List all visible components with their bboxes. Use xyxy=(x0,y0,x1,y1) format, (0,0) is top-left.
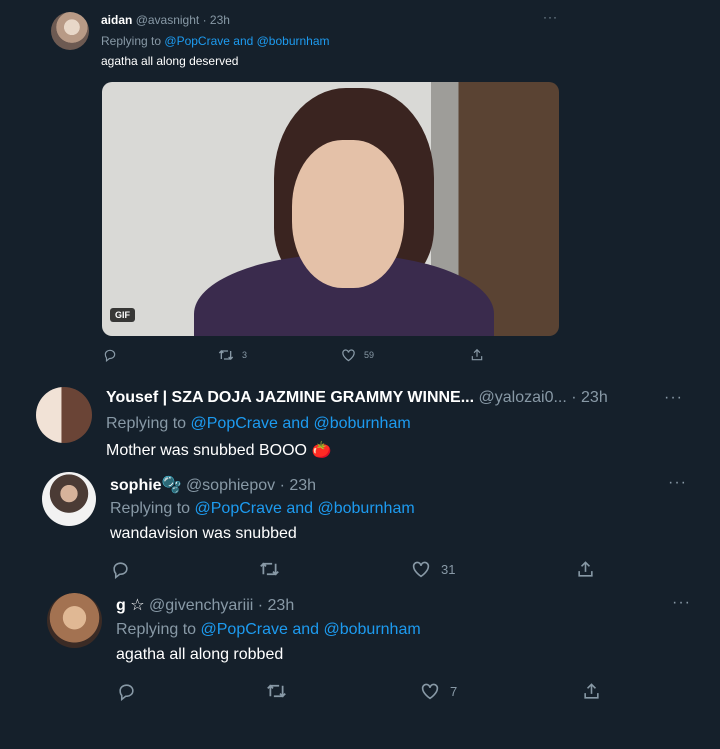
like-count: 7 xyxy=(450,683,458,699)
tweet-aidan[interactable]: aidan @avasnight · 23h ··· Replying to @… xyxy=(0,0,720,370)
replying-to: Replying to @PopCrave and @boburnham xyxy=(101,34,330,48)
retweet-icon xyxy=(267,684,286,698)
heart-icon xyxy=(412,561,430,578)
tweet-text: agatha all along deserved xyxy=(101,54,239,68)
share-action[interactable] xyxy=(576,560,595,579)
tweet-g[interactable]: g ☆ @givenchyariii · 23h ··· Replying to… xyxy=(0,585,720,745)
more-icon[interactable]: ··· xyxy=(668,474,687,492)
retweet-action[interactable] xyxy=(266,682,287,700)
replying-to: Replying to @PopCrave and @boburnham xyxy=(116,621,421,638)
tweet-media-gif[interactable] xyxy=(102,82,559,336)
reply-icon xyxy=(104,349,116,362)
retweet-icon xyxy=(218,350,234,360)
handle-time: @yalozai0... · 23h xyxy=(478,389,608,406)
bubbles-emoji: 🫧 xyxy=(161,477,182,494)
tweet-text: wandavision was snubbed xyxy=(110,525,297,542)
handle-time: @avasnight · 23h xyxy=(135,13,230,27)
avatar[interactable] xyxy=(42,472,96,526)
handle-time: @givenchyariii · 23h xyxy=(149,597,295,614)
tweet-header: aidan @avasnight · 23h xyxy=(101,13,230,27)
media-figure-face xyxy=(292,140,404,288)
more-icon[interactable]: ··· xyxy=(664,389,683,407)
reply-icon xyxy=(113,562,128,579)
retweet-icon xyxy=(260,562,279,576)
heart-icon xyxy=(421,683,439,700)
display-name[interactable]: g ☆ xyxy=(116,597,145,614)
share-icon xyxy=(471,348,483,361)
reply-icon xyxy=(119,684,134,701)
avatar[interactable] xyxy=(51,12,89,50)
reply-action[interactable] xyxy=(103,348,117,362)
retweet-action[interactable] xyxy=(259,560,280,578)
like-count: 31 xyxy=(441,561,456,577)
reply-action[interactable] xyxy=(117,682,136,701)
like-action[interactable]: 7 xyxy=(420,682,457,700)
share-icon xyxy=(584,683,599,699)
replying-to: Replying to @PopCrave and @boburnham xyxy=(110,500,415,517)
share-action[interactable] xyxy=(582,682,601,701)
display-name[interactable]: aidan xyxy=(101,13,132,27)
display-name[interactable]: sophie xyxy=(110,477,162,494)
tomato-emoji: 🍅 xyxy=(311,442,332,459)
replying-links[interactable]: @PopCrave and @boburnham xyxy=(195,500,415,517)
replying-links[interactable]: @PopCrave and @boburnham xyxy=(191,415,411,432)
gif-badge: GIF xyxy=(110,308,135,322)
more-icon[interactable]: ··· xyxy=(543,10,558,24)
tweet-header: Yousef | SZA DOJA JAZMINE GRAMMY WINNE..… xyxy=(106,389,608,407)
display-name[interactable]: Yousef | SZA DOJA JAZMINE GRAMMY WINNE..… xyxy=(106,389,474,406)
tweet-text: agatha all along robbed xyxy=(116,646,284,663)
share-action[interactable] xyxy=(470,348,484,362)
share-icon xyxy=(578,561,593,577)
like-count: 59 xyxy=(364,350,375,360)
avatar[interactable] xyxy=(36,387,92,443)
retweet-action[interactable]: 3 xyxy=(218,348,247,362)
like-action[interactable]: 31 xyxy=(411,560,455,578)
reply-action[interactable] xyxy=(111,560,130,579)
tweet-sophie[interactable]: sophie🫧 @sophiepov · 23h ··· Replying to… xyxy=(0,462,720,590)
retweet-count: 3 xyxy=(242,350,248,360)
tweet-text: Mother was snubbed BOOO 🍅 xyxy=(106,442,332,459)
replying-links[interactable]: @PopCrave and @boburnham xyxy=(164,34,329,48)
more-icon[interactable]: ··· xyxy=(672,594,691,612)
avatar[interactable] xyxy=(47,593,102,648)
heart-icon xyxy=(342,349,355,362)
tweet-header: g ☆ @givenchyariii · 23h xyxy=(116,595,294,615)
replying-links[interactable]: @PopCrave and @boburnham xyxy=(201,621,421,638)
tweet-header: sophie🫧 @sophiepov · 23h xyxy=(110,475,316,495)
replying-to: Replying to @PopCrave and @boburnham xyxy=(106,415,411,432)
tweet-yousef[interactable]: Yousef | SZA DOJA JAZMINE GRAMMY WINNE..… xyxy=(0,370,720,470)
like-action[interactable]: 59 xyxy=(341,348,374,362)
handle-time: @sophiepov · 23h xyxy=(185,477,317,494)
